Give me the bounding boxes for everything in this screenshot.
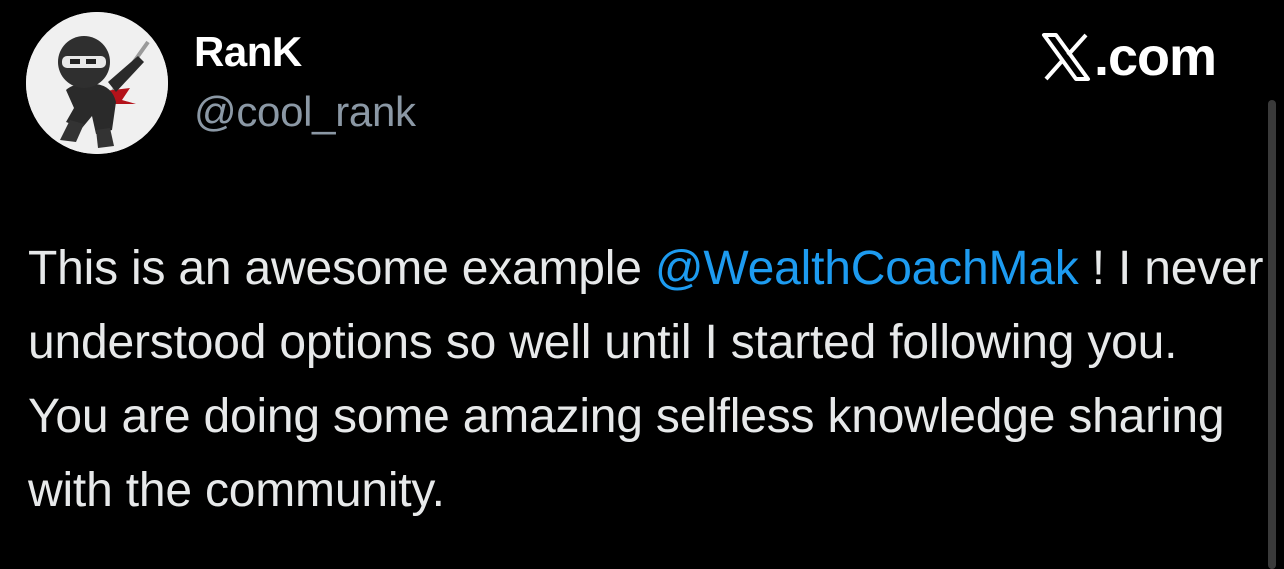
scrollbar[interactable] [1268,100,1276,569]
ninja-avatar-icon [26,12,168,154]
brand-watermark: .com [1040,26,1217,88]
avatar[interactable] [26,12,168,154]
mention-link[interactable]: @WealthCoachMak [655,242,1079,295]
tweet-text-part: This is an awesome example [28,242,655,295]
tweet-text: This is an awesome example @WealthCoachM… [28,232,1264,528]
author-display-name[interactable]: RanK [194,28,302,76]
brand-label: .com [1093,27,1217,87]
author-handle[interactable]: @cool_rank [194,88,416,136]
x-logo-icon [1041,33,1090,81]
